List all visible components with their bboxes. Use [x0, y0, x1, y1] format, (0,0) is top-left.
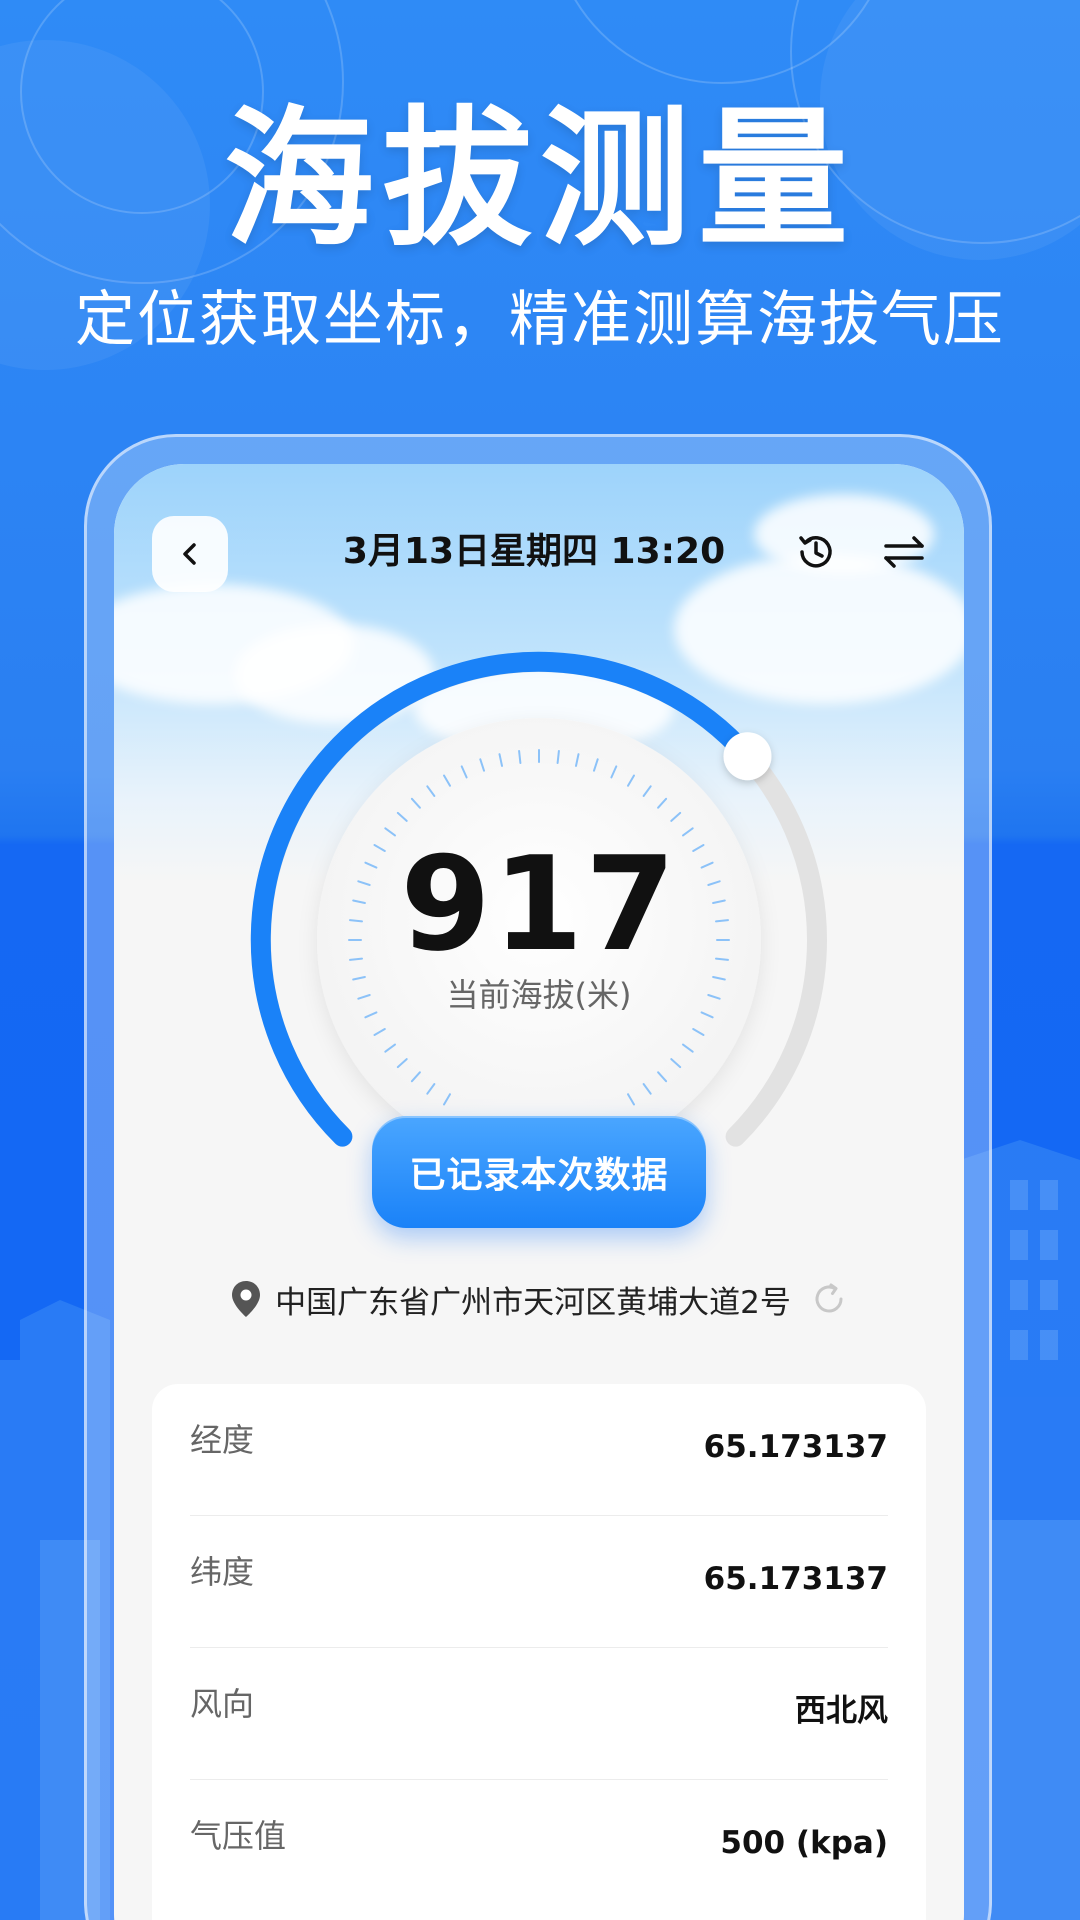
altitude-value: 917: [400, 828, 678, 980]
altitude-label: 当前海拔(米): [446, 976, 632, 1014]
info-row-longitude: 经度 65.173137: [190, 1384, 888, 1516]
info-label: 纬度: [190, 1553, 255, 1591]
info-value: 65.173137: [703, 1429, 888, 1465]
gauge-knob: [723, 732, 772, 781]
info-value: 500 (kpa): [720, 1825, 888, 1861]
gauge-tick: [556, 750, 560, 764]
info-row-latitude: 纬度 65.173137: [190, 1516, 888, 1648]
gauge-tick: [518, 750, 522, 764]
info-card: 经度 65.173137 纬度 65.173137 风向 西北风 气压值 500…: [152, 1384, 926, 1920]
hero-subtitle: 定位获取坐标，精准测算海拔气压: [75, 285, 1005, 355]
refresh-icon[interactable]: [809, 1279, 849, 1319]
location-pin-icon: [232, 1281, 261, 1317]
hero-title: 海拔测量: [223, 93, 856, 267]
location-address: 中国广东省广州市天河区黄埔大道2号: [275, 1284, 791, 1321]
info-row-pressure: 气压值 500 (kpa): [190, 1780, 888, 1912]
info-value: 65.173137: [703, 1561, 888, 1597]
record-data-button[interactable]: 已记录本次数据: [372, 1116, 706, 1228]
info-value: 西北风: [795, 1693, 888, 1729]
promo-page: 海拔测量 定位获取坐标，精准测算海拔气压 3月13日星期四 13:20 917 …: [0, 0, 1080, 1920]
info-row-wind-direction: 风向 西北风: [190, 1648, 888, 1780]
info-label: 风向: [190, 1685, 255, 1723]
info-label: 经度: [190, 1421, 255, 1459]
location-row: 中国广东省广州市天河区黄埔大道2号: [114, 1274, 964, 1324]
info-label: 气压值: [190, 1817, 287, 1855]
app-screen: 3月13日星期四 13:20 917 当前海拔(米) 已记录本次数据 中国广东省…: [114, 464, 964, 1920]
